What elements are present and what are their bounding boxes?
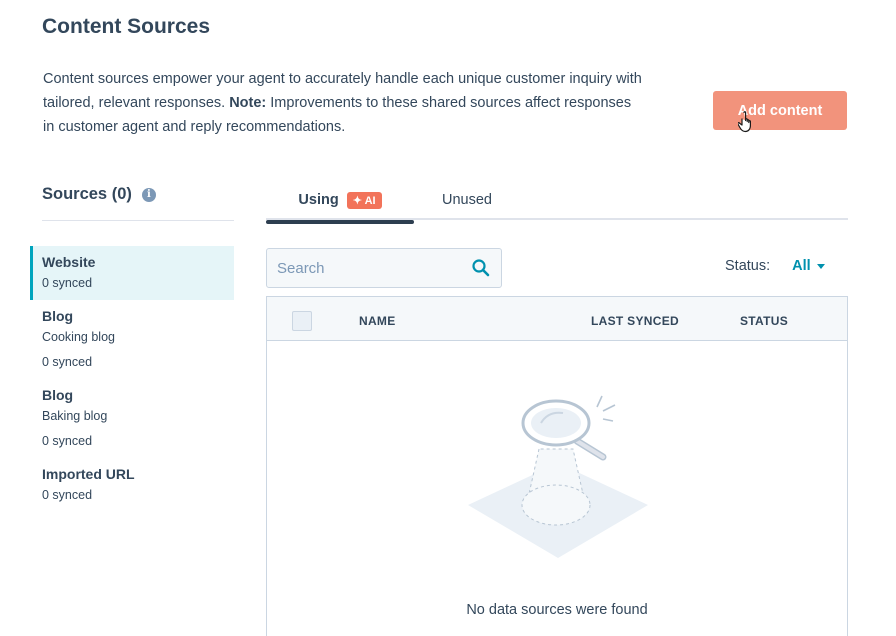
tab-unused-label: Unused	[442, 192, 492, 208]
tab-unused[interactable]: Unused	[442, 180, 492, 220]
source-item-blog-baking[interactable]: Blog Baking blog 0 synced	[30, 379, 234, 458]
add-content-button[interactable]: Add content	[713, 91, 847, 130]
source-item-blog-cooking[interactable]: Blog Cooking blog 0 synced	[30, 300, 234, 379]
source-name: Blog	[42, 387, 74, 403]
page-title: Content Sources	[42, 15, 211, 38]
search-input[interactable]: Search	[266, 248, 502, 288]
status-filter-value: All	[792, 258, 811, 274]
chevron-down-icon	[816, 263, 825, 269]
info-icon[interactable]: i	[141, 187, 156, 202]
source-name: Imported URL	[42, 466, 135, 482]
search-placeholder: Search	[277, 259, 325, 277]
source-subtitle: Baking blog	[42, 409, 108, 423]
ai-badge: ✦ AI	[346, 191, 382, 209]
table-header: NAME LAST SYNCED STATUS	[267, 297, 847, 341]
page-description: Content sources empower your agent to ac…	[43, 67, 643, 139]
status-filter: Status: All	[725, 258, 825, 274]
source-list: Website 0 synced Blog Cooking blog 0 syn…	[30, 246, 234, 512]
tab-using-label: Using	[298, 192, 339, 208]
column-header-last-synced[interactable]: LAST SYNCED	[591, 314, 679, 328]
select-all-checkbox[interactable]	[292, 311, 312, 331]
empty-search-illustration-icon	[468, 395, 648, 558]
search-icon[interactable]	[471, 258, 491, 278]
hand-cursor-icon	[738, 111, 751, 133]
description-note-label: Note:	[229, 95, 267, 111]
source-name: Blog	[42, 308, 74, 324]
status-filter-label: Status:	[725, 258, 771, 274]
tab-bar: Using ✦ AI Unused	[266, 180, 848, 224]
source-synced-count: 0 synced	[42, 434, 93, 448]
source-item-website[interactable]: Website 0 synced	[30, 246, 234, 300]
sources-heading-label: Sources (0)	[42, 185, 132, 203]
sources-heading: Sources (0) i	[42, 185, 156, 204]
source-item-imported-url[interactable]: Imported URL 0 synced	[30, 458, 234, 512]
column-header-status[interactable]: STATUS	[740, 314, 788, 328]
source-synced-count: 0 synced	[42, 355, 93, 369]
sidebar-divider	[42, 220, 234, 221]
source-synced-count: 0 synced	[42, 488, 93, 502]
empty-state-message: No data sources were found	[466, 602, 648, 618]
sources-table: NAME LAST SYNCED STATUS No data sources …	[266, 296, 848, 636]
source-name: Website	[42, 254, 96, 270]
status-filter-dropdown[interactable]: All	[792, 258, 825, 274]
tab-using[interactable]: Using ✦ AI	[266, 180, 414, 224]
column-header-name[interactable]: NAME	[359, 314, 396, 328]
source-subtitle: Cooking blog	[42, 330, 115, 344]
source-synced-count: 0 synced	[42, 276, 93, 290]
